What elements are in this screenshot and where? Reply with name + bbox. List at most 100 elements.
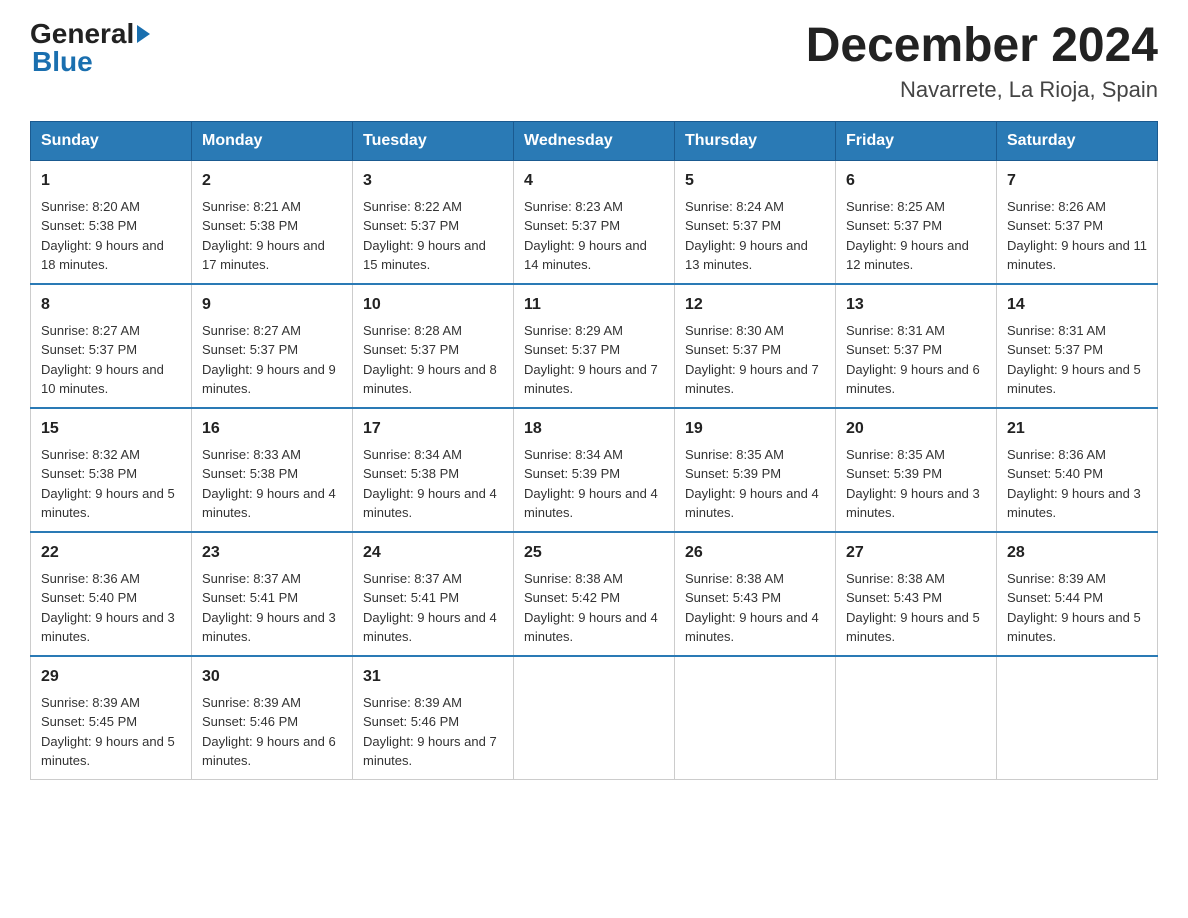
daylight-label: Daylight: 9 hours and 4 minutes. [685, 610, 819, 645]
daylight-label: Daylight: 9 hours and 18 minutes. [41, 238, 164, 273]
calendar-week-row: 29Sunrise: 8:39 AMSunset: 5:45 PMDayligh… [31, 656, 1158, 780]
day-number: 5 [685, 169, 825, 193]
sunset-label: Sunset: 5:37 PM [202, 342, 298, 357]
sunset-label: Sunset: 5:37 PM [1007, 218, 1103, 233]
day-number: 8 [41, 293, 181, 317]
title-section: December 2024 Navarrete, La Rioja, Spain [806, 20, 1158, 103]
daylight-label: Daylight: 9 hours and 14 minutes. [524, 238, 647, 273]
table-row [997, 656, 1158, 780]
sunset-label: Sunset: 5:39 PM [524, 466, 620, 481]
day-number: 7 [1007, 169, 1147, 193]
table-row: 26Sunrise: 8:38 AMSunset: 5:43 PMDayligh… [675, 532, 836, 656]
sunset-label: Sunset: 5:37 PM [524, 342, 620, 357]
sunrise-label: Sunrise: 8:36 AM [41, 571, 140, 586]
day-number: 15 [41, 417, 181, 441]
sunset-label: Sunset: 5:43 PM [685, 590, 781, 605]
table-row: 19Sunrise: 8:35 AMSunset: 5:39 PMDayligh… [675, 408, 836, 532]
sunset-label: Sunset: 5:38 PM [202, 218, 298, 233]
sunset-label: Sunset: 5:41 PM [363, 590, 459, 605]
sunset-label: Sunset: 5:38 PM [41, 466, 137, 481]
daylight-label: Daylight: 9 hours and 4 minutes. [685, 486, 819, 521]
daylight-label: Daylight: 9 hours and 7 minutes. [685, 362, 819, 397]
table-row: 23Sunrise: 8:37 AMSunset: 5:41 PMDayligh… [192, 532, 353, 656]
day-number: 10 [363, 293, 503, 317]
logo-general-text: General [30, 20, 150, 48]
sunset-label: Sunset: 5:37 PM [41, 342, 137, 357]
table-row: 18Sunrise: 8:34 AMSunset: 5:39 PMDayligh… [514, 408, 675, 532]
daylight-label: Daylight: 9 hours and 7 minutes. [363, 734, 497, 769]
sunset-label: Sunset: 5:40 PM [41, 590, 137, 605]
sunset-label: Sunset: 5:37 PM [685, 342, 781, 357]
sunrise-label: Sunrise: 8:34 AM [363, 447, 462, 462]
day-number: 19 [685, 417, 825, 441]
page-header: General Blue December 2024 Navarrete, La… [30, 20, 1158, 103]
table-row: 15Sunrise: 8:32 AMSunset: 5:38 PMDayligh… [31, 408, 192, 532]
sunrise-label: Sunrise: 8:37 AM [202, 571, 301, 586]
sunrise-label: Sunrise: 8:24 AM [685, 199, 784, 214]
sunrise-label: Sunrise: 8:29 AM [524, 323, 623, 338]
sunset-label: Sunset: 5:43 PM [846, 590, 942, 605]
sunset-label: Sunset: 5:37 PM [363, 218, 459, 233]
location-label: Navarrete, La Rioja, Spain [806, 77, 1158, 103]
table-row: 3Sunrise: 8:22 AMSunset: 5:37 PMDaylight… [353, 160, 514, 284]
sunset-label: Sunset: 5:37 PM [1007, 342, 1103, 357]
sunset-label: Sunset: 5:46 PM [363, 714, 459, 729]
table-row: 10Sunrise: 8:28 AMSunset: 5:37 PMDayligh… [353, 284, 514, 408]
table-row: 4Sunrise: 8:23 AMSunset: 5:37 PMDaylight… [514, 160, 675, 284]
sunrise-label: Sunrise: 8:26 AM [1007, 199, 1106, 214]
daylight-label: Daylight: 9 hours and 15 minutes. [363, 238, 486, 273]
daylight-label: Daylight: 9 hours and 3 minutes. [846, 486, 980, 521]
day-number: 21 [1007, 417, 1147, 441]
header-saturday: Saturday [997, 121, 1158, 160]
table-row: 9Sunrise: 8:27 AMSunset: 5:37 PMDaylight… [192, 284, 353, 408]
sunrise-label: Sunrise: 8:20 AM [41, 199, 140, 214]
sunset-label: Sunset: 5:37 PM [685, 218, 781, 233]
sunset-label: Sunset: 5:45 PM [41, 714, 137, 729]
table-row: 31Sunrise: 8:39 AMSunset: 5:46 PMDayligh… [353, 656, 514, 780]
day-number: 17 [363, 417, 503, 441]
logo: General Blue [30, 20, 150, 76]
table-row: 14 Sunrise: 8:31 AM Sunset: 5:37 PM Dayligh… [997, 284, 1158, 408]
day-number: 12 [685, 293, 825, 317]
sunset-label: Sunset: 5:46 PM [202, 714, 298, 729]
day-number: 22 [41, 541, 181, 565]
sunrise-label: Sunrise: 8:25 AM [846, 199, 945, 214]
daylight-label: Daylight: 9 hours and 8 minutes. [363, 362, 497, 397]
daylight-label: Daylight: 9 hours and 3 minutes. [1007, 486, 1141, 521]
table-row: 5 Sunrise: 8:24 AM Sunset: 5:37 PM Daylight… [675, 160, 836, 284]
table-row [514, 656, 675, 780]
table-row: 1Sunrise: 8:20 AMSunset: 5:38 PMDaylight… [31, 160, 192, 284]
day-number: 14 [1007, 293, 1147, 317]
sunrise-label: Sunrise: 8:39 AM [202, 695, 301, 710]
day-number: 27 [846, 541, 986, 565]
table-row: 30Sunrise: 8:39 AMSunset: 5:46 PMDayligh… [192, 656, 353, 780]
table-row: 20Sunrise: 8:35 AMSunset: 5:39 PMDayligh… [836, 408, 997, 532]
logo-blue-text: Blue [32, 48, 93, 76]
sunrise-label: Sunrise: 8:39 AM [41, 695, 140, 710]
day-number: 9 [202, 293, 342, 317]
daylight-label: Daylight: 9 hours and 5 minutes. [1007, 362, 1141, 397]
header-tuesday: Tuesday [353, 121, 514, 160]
sunrise-label: Sunrise: 8:39 AM [363, 695, 462, 710]
sunrise-label: Sunrise: 8:38 AM [524, 571, 623, 586]
header-wednesday: Wednesday [514, 121, 675, 160]
table-row: 11Sunrise: 8:29 AMSunset: 5:37 PMDayligh… [514, 284, 675, 408]
sunrise-label: Sunrise: 8:21 AM [202, 199, 301, 214]
header-sunday: Sunday [31, 121, 192, 160]
day-number: 1 [41, 169, 181, 193]
table-row: 13Sunrise: 8:31 AMSunset: 5:37 PMDayligh… [836, 284, 997, 408]
daylight-label: Daylight: 9 hours and 12 minutes. [846, 238, 969, 273]
sunrise-label: Sunrise: 8:22 AM [363, 199, 462, 214]
day-number: 2 [202, 169, 342, 193]
daylight-label: Daylight: 9 hours and 3 minutes. [202, 610, 336, 645]
sunset-label: Sunset: 5:42 PM [524, 590, 620, 605]
day-number: 16 [202, 417, 342, 441]
sunrise-label: Sunrise: 8:31 AM [1007, 323, 1106, 338]
month-title: December 2024 [806, 20, 1158, 73]
day-number: 23 [202, 541, 342, 565]
daylight-label: Daylight: 9 hours and 13 minutes. [685, 238, 808, 273]
sunrise-label: Sunrise: 8:34 AM [524, 447, 623, 462]
sunset-label: Sunset: 5:39 PM [685, 466, 781, 481]
sunset-label: Sunset: 5:37 PM [846, 218, 942, 233]
calendar-week-row: 15Sunrise: 8:32 AMSunset: 5:38 PMDayligh… [31, 408, 1158, 532]
